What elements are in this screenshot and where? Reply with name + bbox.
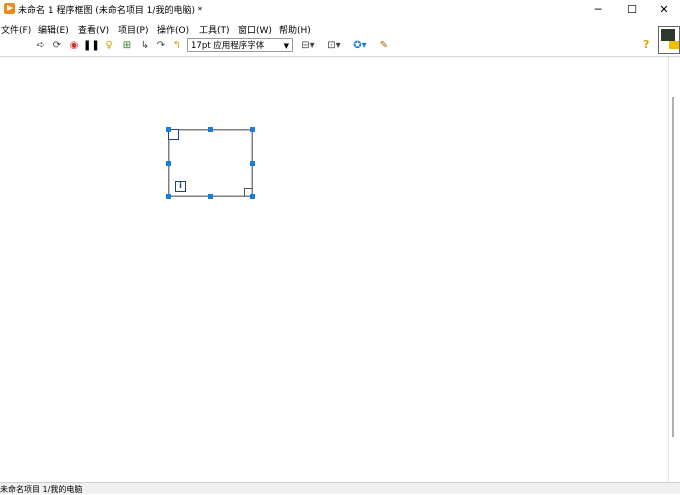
- labview-app-icon: [4, 3, 15, 14]
- distribute-icon[interactable]: ⊡▾: [325, 39, 343, 53]
- window-title: 未命名 1 程序框图 (未命名项目 1/我的电脑) *: [18, 6, 203, 16]
- vertical-scrollbar[interactable]: [668, 57, 680, 482]
- step-out-icon[interactable]: ↰: [170, 39, 184, 53]
- menu-help[interactable]: 帮助(H): [279, 23, 311, 36]
- vi-icon-arrow: [669, 41, 679, 49]
- vi-icon-screen: [661, 29, 675, 41]
- run-arrow-icon[interactable]: ➪: [34, 39, 48, 53]
- step-into-icon[interactable]: ↳: [138, 39, 152, 53]
- help-icon[interactable]: ?: [643, 38, 649, 51]
- selection-handle[interactable]: [250, 194, 255, 199]
- status-project-path: 未命名项目 1/我的电脑: [0, 485, 83, 494]
- toolbar: ➪ ⟳ ◉ ❚❚ ♀ ⊞ ↳ ↷ ↰ 17pt 应用程序字体 ▼ ⊟▾ ⊡▾ ✪…: [0, 36, 680, 57]
- selection-handle[interactable]: [250, 161, 255, 166]
- menu-file[interactable]: 文件(F): [1, 23, 31, 36]
- selection-handle[interactable]: [166, 194, 171, 199]
- scrollbar-thumb[interactable]: [672, 97, 674, 437]
- step-over-icon[interactable]: ↷: [154, 39, 168, 53]
- selection-handle[interactable]: [166, 161, 171, 166]
- minimize-button[interactable]: ─: [580, 0, 616, 20]
- cleanup-diagram-icon[interactable]: ✎: [377, 39, 391, 53]
- title-bar: 未命名 1 程序框图 (未命名项目 1/我的电脑) * ─ ☐ ✕: [0, 0, 680, 20]
- status-bar: 未命名项目 1/我的电脑: [0, 482, 680, 494]
- selection-handle[interactable]: [208, 127, 213, 132]
- reorder-icon[interactable]: ✪▾: [351, 39, 369, 53]
- highlight-execution-icon[interactable]: ♀: [102, 39, 116, 53]
- pause-icon[interactable]: ❚❚: [83, 39, 100, 53]
- iteration-terminal[interactable]: i: [175, 181, 186, 192]
- chevron-down-icon: ▼: [283, 42, 289, 50]
- menu-edit[interactable]: 编辑(E): [38, 23, 69, 36]
- menu-window[interactable]: 窗口(W): [238, 23, 272, 36]
- menu-view[interactable]: 查看(V): [78, 23, 109, 36]
- font-select-value: 17pt 应用程序字体: [191, 41, 265, 51]
- selection-handle[interactable]: [208, 194, 213, 199]
- align-icon[interactable]: ⊟▾: [299, 39, 317, 53]
- retain-wire-values-icon[interactable]: ⊞: [120, 39, 134, 53]
- close-button[interactable]: ✕: [646, 0, 680, 20]
- run-continuously-icon[interactable]: ⟳: [50, 39, 64, 53]
- menu-operate[interactable]: 操作(O): [157, 23, 189, 36]
- font-select[interactable]: 17pt 应用程序字体 ▼: [187, 38, 293, 52]
- vi-icon[interactable]: [658, 26, 680, 54]
- abort-icon[interactable]: ◉: [67, 39, 81, 53]
- menu-bar: 文件(F) 编辑(E) 查看(V) 项目(P) 操作(O) 工具(T) 窗口(W…: [0, 20, 680, 36]
- selection-handle[interactable]: [166, 127, 171, 132]
- maximize-button[interactable]: ☐: [614, 0, 650, 20]
- selection-handle[interactable]: [250, 127, 255, 132]
- block-diagram-canvas[interactable]: [0, 57, 668, 482]
- menu-project[interactable]: 项目(P): [118, 23, 148, 36]
- menu-tools[interactable]: 工具(T): [199, 23, 230, 36]
